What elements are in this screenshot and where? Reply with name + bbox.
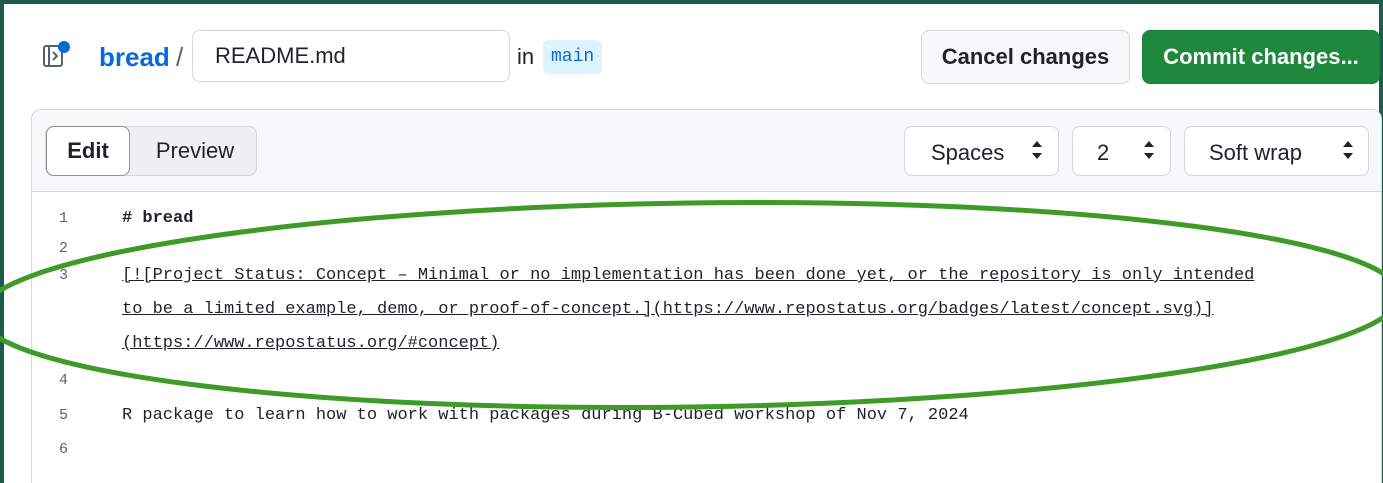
code-line: 1 # bread [32,204,1381,238]
line-text: (https://www.repostatus.org/#concept) [122,334,500,353]
wrap-mode-value: Soft wrap [1209,140,1302,165]
line-number: 6 [59,441,69,458]
line-text: # bread [122,209,194,228]
indent-size-value: 2 [1097,140,1110,165]
select-caret-icon [1144,141,1154,159]
cancel-changes-button[interactable]: Cancel changes [921,30,1130,84]
line-number: 4 [59,372,69,389]
wrap-mode-select[interactable]: Soft wrap [1184,126,1369,176]
commit-changes-button[interactable]: Commit changes... [1142,30,1380,84]
in-label: in [517,44,535,69]
indent-size-select[interactable]: 2 [1072,126,1171,176]
filename-input[interactable] [192,30,510,82]
code-line: 6 [32,441,1381,476]
path-separator: / [176,42,184,72]
branch-name: main [543,40,603,74]
line-number: 3 [59,267,69,284]
line-number: 2 [59,240,69,257]
tab-edit[interactable]: Edit [46,126,130,176]
line-text: to be a limited example, demo, or proof-… [122,300,1214,319]
repo-name-link[interactable]: bread [99,42,170,73]
code-line-wrap: (https://www.repostatus.org/#concept) [32,334,1381,374]
line-number: 5 [59,407,69,424]
tab-preview[interactable]: Preview [134,127,256,175]
indent-mode-value: Spaces [931,140,1005,165]
editor-toolbar: Edit Preview Spaces 2 Soft wrap [32,110,1381,192]
file-editor: Edit Preview Spaces 2 Soft wrap 1 # brea… [31,109,1382,483]
line-text: [![Project Status: Concept – Minimal or … [122,266,1255,285]
code-line: 5 R package to learn how to work with pa… [32,406,1381,442]
window-frame: bread / in main Cancel changes Commit ch… [0,0,1383,483]
indent-mode-select[interactable]: Spaces [904,126,1059,176]
line-text: R package to learn how to work with pack… [122,406,969,425]
select-caret-icon [1343,141,1353,159]
edit-preview-toggle: Edit Preview [45,126,257,176]
line-number: 1 [59,210,69,227]
editor-header: bread / in main Cancel changes Commit ch… [4,4,1380,108]
repo-icon [43,41,70,67]
select-caret-icon [1032,141,1042,159]
code-line: 4 [32,372,1381,408]
